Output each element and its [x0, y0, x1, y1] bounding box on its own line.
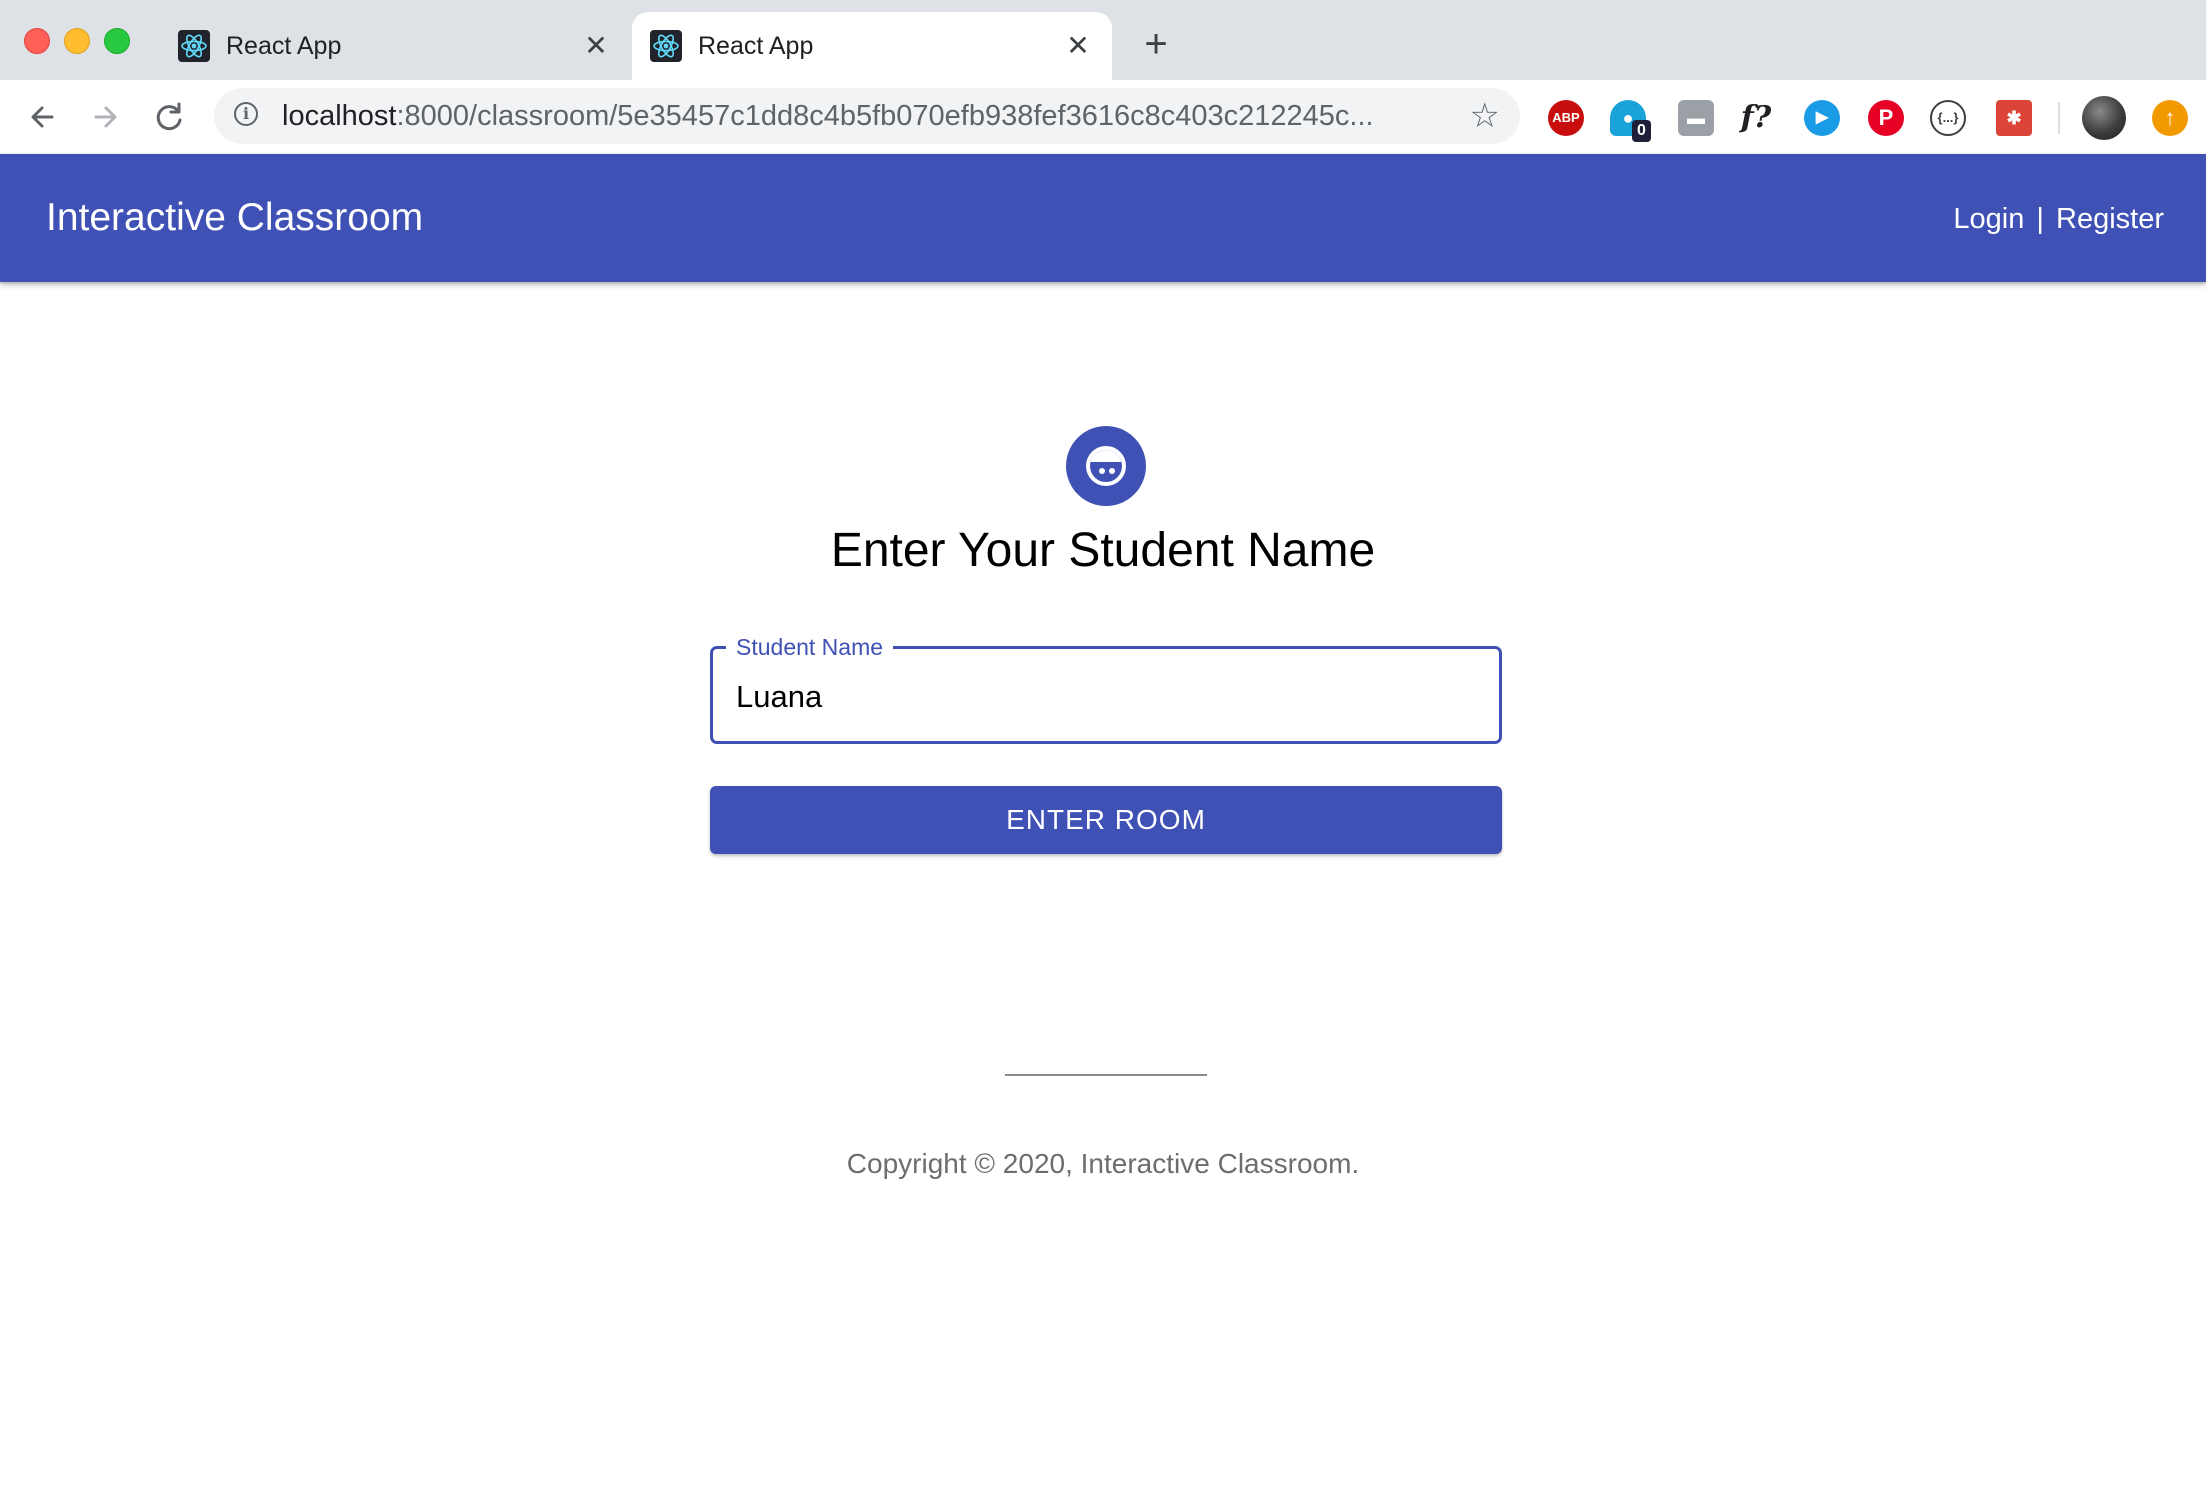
toolbar-divider [2058, 102, 2060, 134]
window-close-dot[interactable] [24, 28, 50, 54]
register-link[interactable]: Register [2056, 200, 2164, 238]
font-finder-extension-icon[interactable]: f? [1738, 100, 1774, 136]
browser-toolbar: i localhost:8000/classroom/5e35457c1dd8c… [0, 80, 2206, 155]
profile-avatar[interactable] [2082, 96, 2126, 140]
update-icon[interactable]: ↑ [2152, 100, 2188, 136]
adblock-extension-icon[interactable]: ABP [1548, 100, 1584, 136]
new-tab-button[interactable]: + [1136, 24, 1176, 64]
auth-separator: | [2036, 203, 2044, 235]
app-title: Interactive Classroom [46, 196, 424, 239]
briefcase-extension-icon[interactable]: ▬ [1678, 100, 1714, 136]
browser-tab-2-active[interactable]: React App ✕ [632, 12, 1112, 80]
react-logo-icon [178, 30, 210, 62]
enter-room-button[interactable]: ENTER ROOM [710, 786, 1502, 854]
reload-icon[interactable] [148, 96, 190, 138]
url-text[interactable]: localhost:8000/classroom/5e35457c1dd8c4b… [282, 100, 1374, 132]
url-path: :8000/classroom/5e35457c1dd8c4b5fb070efb… [396, 100, 1374, 132]
extension-badge: 0 [1632, 120, 1651, 142]
tab-close-icon[interactable]: ✕ [1060, 28, 1096, 64]
tab-close-icon[interactable]: ✕ [578, 28, 614, 64]
page-title: Enter Your Student Name [830, 524, 1376, 577]
pinterest-extension-icon[interactable]: P [1868, 100, 1904, 136]
student-name-label: Student Name [726, 634, 894, 660]
face-icon [1066, 426, 1146, 506]
student-name-input[interactable] [736, 672, 1476, 722]
student-name-field: Student Name [710, 634, 1502, 744]
window-maximize-dot[interactable] [104, 28, 130, 54]
app-bar: Interactive Classroom Login | Register [0, 154, 2206, 282]
browser-tab-bar: React App ✕ React App ✕ + [0, 0, 2206, 80]
address-bar[interactable]: i localhost:8000/classroom/5e35457c1dd8c… [214, 88, 1520, 144]
play-extension-icon[interactable]: ▶ [1804, 100, 1840, 136]
star-icon[interactable]: ☆ [1470, 96, 1500, 136]
back-arrow-icon[interactable] [22, 96, 64, 138]
auth-links: Login | Register [1953, 200, 2164, 238]
login-link[interactable]: Login [1953, 200, 2024, 238]
copyright-text: Copyright © 2020, Interactive Classroom. [846, 1148, 1360, 1179]
tab-title: React App [226, 32, 342, 60]
info-icon[interactable]: i [234, 102, 258, 126]
forward-arrow-icon[interactable] [84, 96, 126, 138]
react-logo-icon [650, 30, 682, 62]
tab-title: React App [698, 32, 814, 60]
window-minimize-dot[interactable] [64, 28, 90, 54]
footer-divider [1005, 1074, 1207, 1076]
url-host: localhost [282, 100, 397, 132]
browser-tab-1[interactable]: React App ✕ [160, 12, 630, 80]
react-devtools-extension-icon[interactable]: ✱ [1996, 100, 2032, 136]
json-viewer-extension-icon[interactable]: {...} [1930, 100, 1966, 136]
